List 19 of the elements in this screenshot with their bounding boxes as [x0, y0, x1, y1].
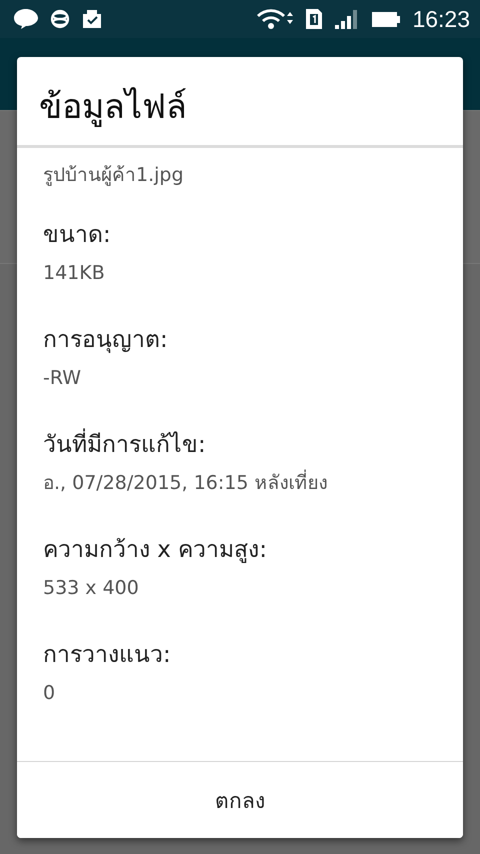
field-value: 141KB [43, 261, 106, 286]
dialog-title: ข้อมูลไฟล์ [17, 57, 463, 148]
rings-icon [50, 7, 70, 31]
file-name: รูปบ้านผู้ค้า1.jpg [43, 163, 185, 188]
field-label: การวางแนว: [43, 641, 172, 670]
status-time: 16:23 [412, 6, 470, 32]
field-value: -RW [43, 366, 82, 391]
field-value: อ., 07/28/2015, 16:15 หลังเที่ยง [43, 468, 439, 498]
field-label: การอนุญาต: [43, 326, 169, 355]
field-value: 533 x 400 [43, 576, 140, 601]
field-label: วันที่มีการแก้ไข: [43, 428, 439, 462]
chat-bubble-icon [13, 8, 39, 30]
battery-icon [371, 9, 402, 29]
wifi-icon [256, 8, 294, 30]
ok-button[interactable]: ตกลง [17, 762, 463, 838]
field-label: ความกว้าง x ความสูง: [43, 536, 268, 565]
field-value: 0 [43, 681, 56, 706]
field-label: ขนาด: [43, 221, 112, 250]
sim-card-icon [305, 8, 324, 30]
